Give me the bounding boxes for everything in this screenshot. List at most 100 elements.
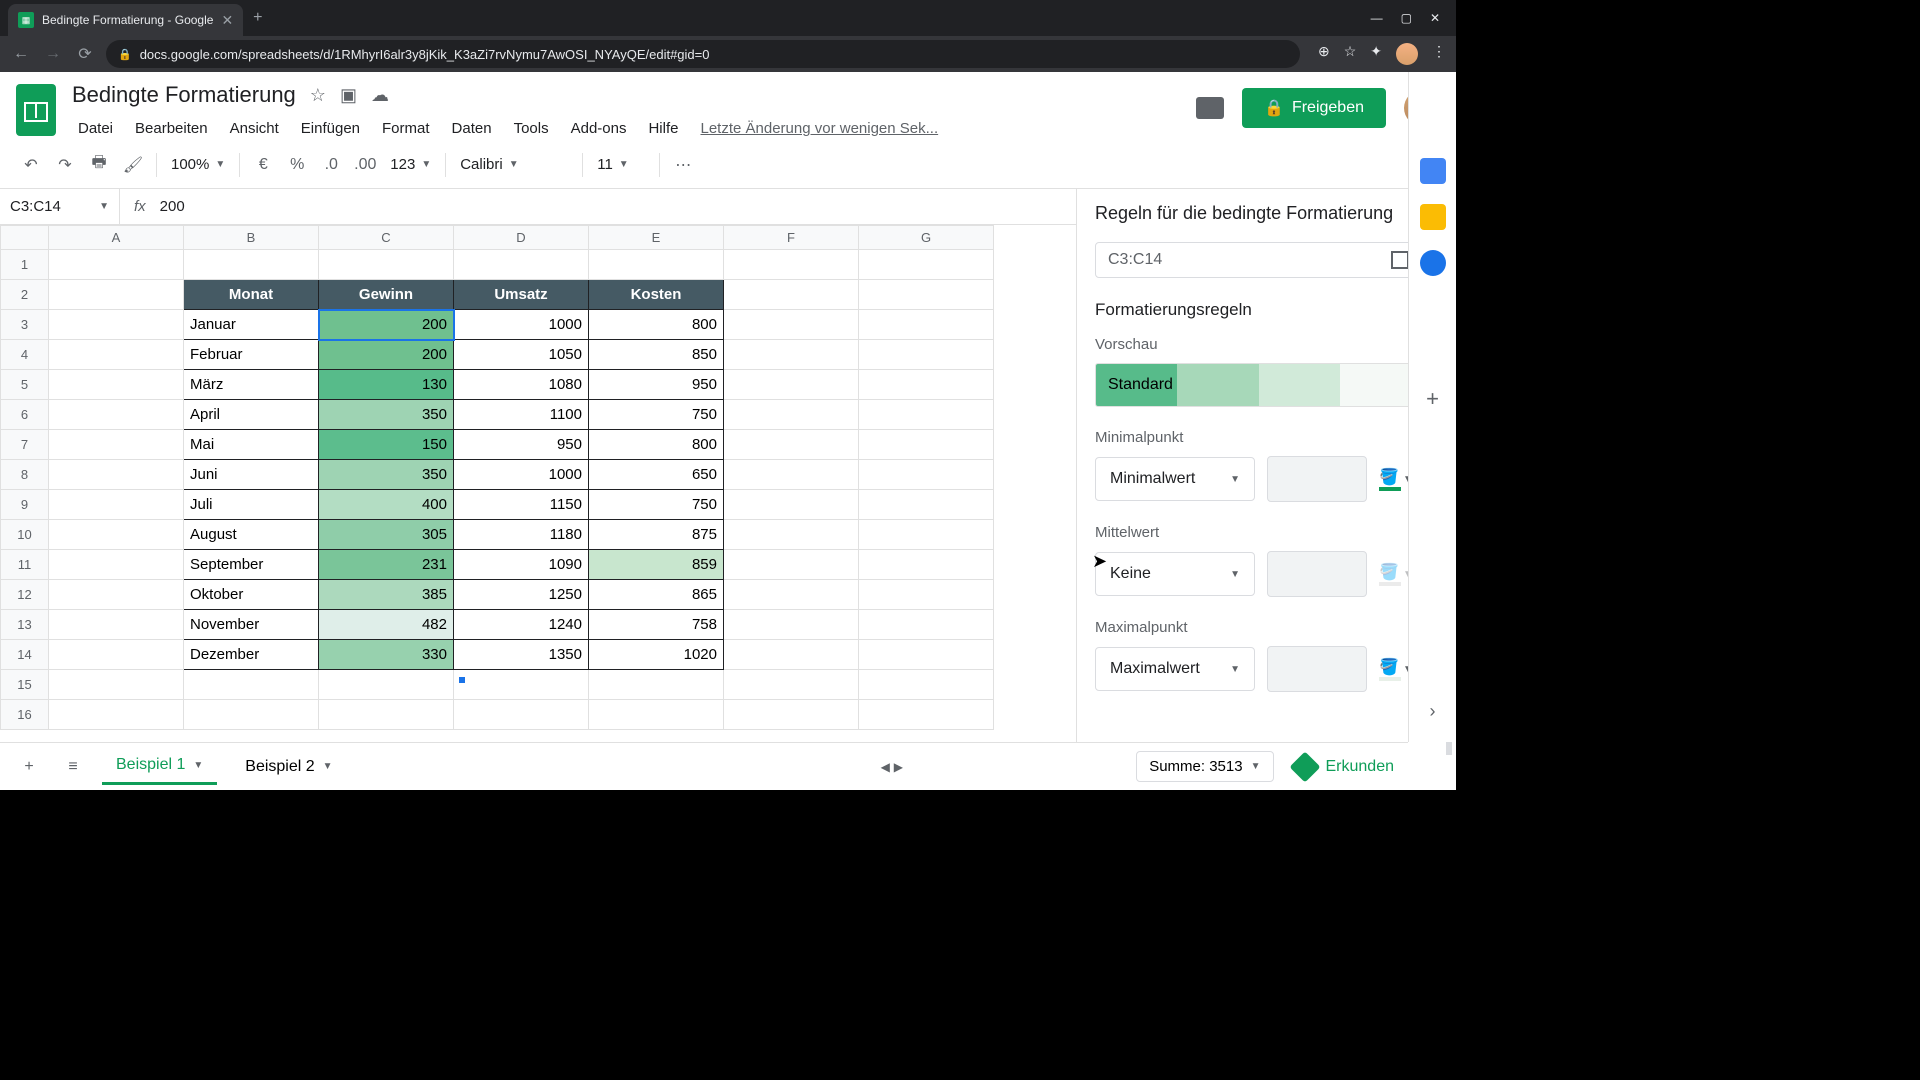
cell-A16[interactable] [49,700,184,730]
cell-C5[interactable]: 130 [319,370,454,400]
browser-tab[interactable]: ▦ Bedingte Formatierung - Google ✕ [8,4,243,36]
menu-addons[interactable]: Add-ons [561,116,637,141]
cell-B12[interactable]: Oktober [184,580,319,610]
cell-A5[interactable] [49,370,184,400]
cell-D15[interactable] [454,670,589,700]
cell-G7[interactable] [859,430,994,460]
cell-C8[interactable]: 350 [319,460,454,490]
scroll-left-icon[interactable]: ◀ [881,760,890,774]
gradient-preview[interactable]: Standard [1095,363,1422,407]
cell-D13[interactable]: 1240 [454,610,589,640]
quicksum-box[interactable]: Summe: 3513▼ [1136,751,1273,782]
cell-A1[interactable] [49,250,184,280]
cell-C3[interactable]: 200 [319,310,454,340]
cell-C7[interactable]: 150 [319,430,454,460]
cell-G3[interactable] [859,310,994,340]
cell-C15[interactable] [319,670,454,700]
cell-A10[interactable] [49,520,184,550]
decrease-decimal-button[interactable]: .0 [316,150,346,180]
cell-B8[interactable]: Juni [184,460,319,490]
maximize-icon[interactable]: ▢ [1401,11,1412,25]
back-button[interactable]: ← [10,45,32,63]
cell-C2[interactable]: Gewinn [319,280,454,310]
spreadsheet-grid[interactable]: ABCDEFG12MonatGewinnUmsatzKosten3Januar2… [0,225,1076,755]
cell-F16[interactable] [724,700,859,730]
reload-button[interactable]: ⟳ [74,44,96,64]
cell-G12[interactable] [859,580,994,610]
zoom-select[interactable]: 100%▼ [165,156,231,173]
cell-B6[interactable]: April [184,400,319,430]
cell-E5[interactable]: 950 [589,370,724,400]
cell-E2[interactable]: Kosten [589,280,724,310]
move-icon[interactable]: ▣ [340,85,357,106]
cell-G11[interactable] [859,550,994,580]
font-size-select[interactable]: 11▼ [591,156,651,173]
sheet-tab-2[interactable]: Beispiel 2▼ [231,750,346,784]
sheet-tab-1[interactable]: Beispiel 1▼ [102,748,217,785]
url-input[interactable]: 🔒 docs.google.com/spreadsheets/d/1RMhyrI… [106,40,1300,68]
cell-D9[interactable]: 1150 [454,490,589,520]
maxpoint-value-input[interactable] [1267,646,1367,692]
cell-F2[interactable] [724,280,859,310]
cell-F3[interactable] [724,310,859,340]
menu-format[interactable]: Format [372,116,440,141]
star-icon[interactable]: ☆ [310,85,326,106]
cell-E15[interactable] [589,670,724,700]
cell-B16[interactable] [184,700,319,730]
name-box[interactable]: C3:C14▼ [0,189,120,224]
new-tab-button[interactable]: + [253,9,262,27]
cell-A9[interactable] [49,490,184,520]
cell-D12[interactable]: 1250 [454,580,589,610]
number-format-select[interactable]: 123▼ [384,156,437,173]
cell-E8[interactable]: 650 [589,460,724,490]
cell-F14[interactable] [724,640,859,670]
cell-D1[interactable] [454,250,589,280]
minpoint-type-select[interactable]: Minimalwert▼ [1095,457,1255,501]
menu-data[interactable]: Daten [442,116,502,141]
increase-decimal-button[interactable]: .00 [350,150,380,180]
cell-D6[interactable]: 1100 [454,400,589,430]
cell-F6[interactable] [724,400,859,430]
browser-menu-icon[interactable]: ⋮ [1432,43,1446,65]
cell-B3[interactable]: Januar [184,310,319,340]
cell-D2[interactable]: Umsatz [454,280,589,310]
cell-D7[interactable]: 950 [454,430,589,460]
scroll-right-icon[interactable]: ▶ [894,760,903,774]
cell-D5[interactable]: 1080 [454,370,589,400]
cell-G9[interactable] [859,490,994,520]
cell-A2[interactable] [49,280,184,310]
document-title[interactable]: Bedingte Formatierung [68,80,300,110]
cell-D8[interactable]: 1000 [454,460,589,490]
font-select[interactable]: Calibri▼ [454,156,574,173]
cell-B11[interactable]: September [184,550,319,580]
print-button[interactable]: 🖶 [84,150,114,180]
select-range-icon[interactable] [1391,251,1409,269]
cell-B7[interactable]: Mai [184,430,319,460]
cell-E16[interactable] [589,700,724,730]
share-button[interactable]: 🔒 Freigeben [1242,88,1386,128]
cloud-status-icon[interactable]: ☁ [371,85,389,106]
cell-E14[interactable]: 1020 [589,640,724,670]
close-window-icon[interactable]: ✕ [1430,11,1440,25]
menu-tools[interactable]: Tools [504,116,559,141]
cell-E7[interactable]: 800 [589,430,724,460]
cell-E1[interactable] [589,250,724,280]
cell-C10[interactable]: 305 [319,520,454,550]
zoom-icon[interactable]: ⊕ [1318,43,1330,65]
range-input[interactable]: C3:C14 [1095,242,1422,278]
formula-bar[interactable]: 200 [160,198,185,215]
cell-F5[interactable] [724,370,859,400]
cell-F12[interactable] [724,580,859,610]
sheets-logo[interactable] [16,84,56,136]
cell-B10[interactable]: August [184,520,319,550]
cell-G2[interactable] [859,280,994,310]
paint-format-button[interactable]: 🖌 [118,150,148,180]
cell-E4[interactable]: 850 [589,340,724,370]
cell-E13[interactable]: 758 [589,610,724,640]
cell-G4[interactable] [859,340,994,370]
cell-E11[interactable]: 859 [589,550,724,580]
menu-file[interactable]: Datei [68,116,123,141]
all-sheets-button[interactable]: ≡ [58,752,88,782]
undo-button[interactable]: ↶ [16,150,46,180]
more-toolbar-button[interactable]: ⋯ [668,150,698,180]
